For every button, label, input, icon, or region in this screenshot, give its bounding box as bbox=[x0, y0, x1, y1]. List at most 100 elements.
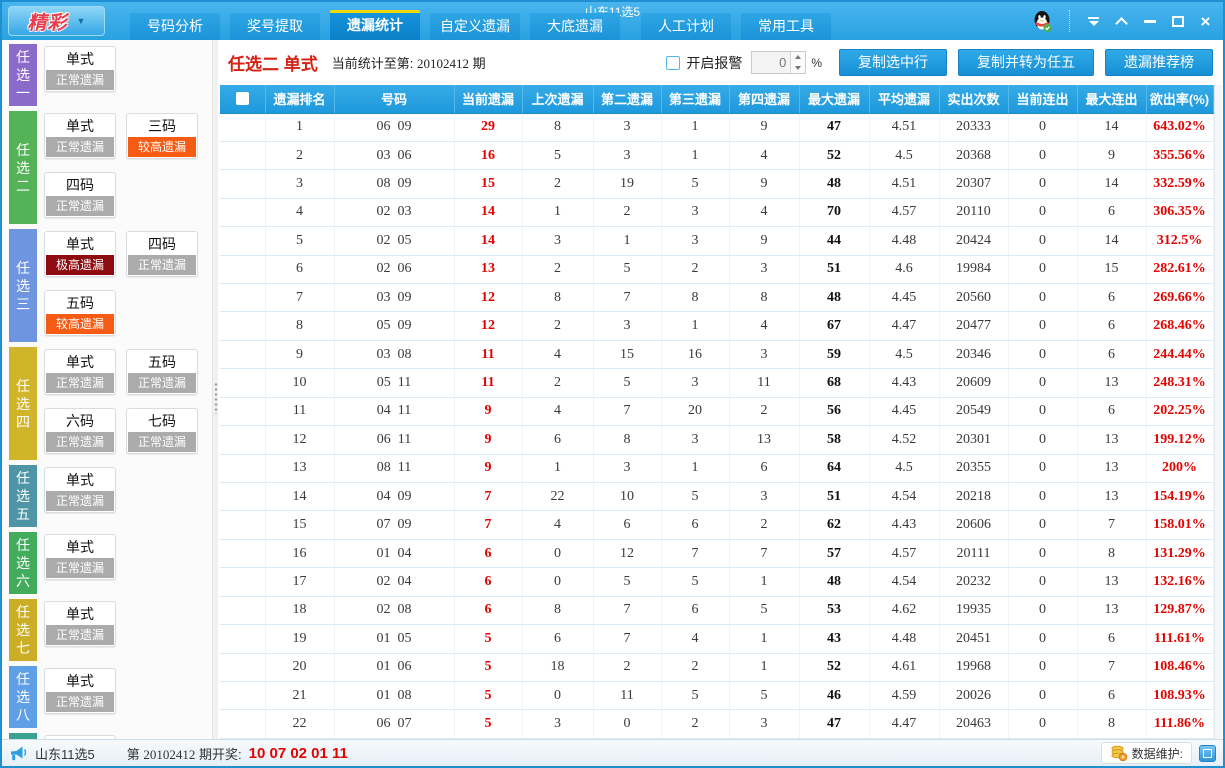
table-row[interactable]: 1404 097221053514.5420218013154.19% bbox=[220, 482, 1213, 510]
copy-convert-ren5-button[interactable]: 复制并转为任五 bbox=[958, 49, 1094, 76]
app-tray-icon[interactable] bbox=[1199, 745, 1216, 762]
data-maintenance-button[interactable]: 数据维护: bbox=[1101, 742, 1192, 764]
app-logo-menu[interactable]: 精彩 ▼ bbox=[8, 6, 105, 36]
table-row[interactable]: 1802 0868765534.6219935013129.87% bbox=[220, 596, 1213, 624]
alarm-threshold-value[interactable]: 0 bbox=[752, 52, 790, 73]
sidebar-mode-button[interactable]: 五码较高遗漏 bbox=[44, 290, 116, 336]
column-header-12[interactable]: 最大连出 bbox=[1077, 85, 1146, 113]
tab-2[interactable]: 奖号提取 bbox=[230, 13, 320, 40]
column-header-9[interactable]: 平均遗漏 bbox=[869, 85, 939, 113]
table-row[interactable]: 903 0811415163594.52034606244.44% bbox=[220, 340, 1213, 368]
sidebar-mode-button[interactable]: 三码较高遗漏 bbox=[126, 113, 198, 159]
tab-4[interactable]: 自定义遗漏 bbox=[430, 13, 520, 40]
column-header-7[interactable]: 第四遗漏 bbox=[729, 85, 799, 113]
row-select-cell[interactable] bbox=[220, 369, 265, 397]
table-row[interactable]: 308 091521959484.5120307014332.59% bbox=[220, 170, 1213, 198]
vertical-scrollbar[interactable] bbox=[1214, 85, 1222, 739]
collapse-button[interactable] bbox=[1114, 11, 1129, 31]
row-select-cell[interactable] bbox=[220, 255, 265, 283]
qq-icon[interactable] bbox=[1032, 10, 1053, 33]
table-row[interactable]: 703 09128788484.452056006269.66% bbox=[220, 284, 1213, 312]
table-row[interactable]: 1507 0974662624.432060607158.01% bbox=[220, 511, 1213, 539]
tab-6[interactable]: 人工计划 bbox=[641, 13, 731, 40]
table-row[interactable]: 106 09298319474.5120333014643.02% bbox=[220, 113, 1213, 141]
sidebar-mode-button[interactable]: 单式 bbox=[44, 735, 116, 739]
tab-5[interactable]: 大底遗漏 bbox=[530, 13, 620, 40]
table-row[interactable]: 2001 06518221524.611996807108.46% bbox=[220, 653, 1213, 681]
row-select-cell[interactable] bbox=[220, 397, 265, 425]
copy-selected-rows-button[interactable]: 复制选中行 bbox=[839, 49, 947, 76]
column-header-3[interactable]: 当前遗漏 bbox=[454, 85, 522, 113]
sidebar-mode-button[interactable]: 单式正常遗漏 bbox=[44, 668, 116, 714]
column-header-6[interactable]: 第三遗漏 bbox=[661, 85, 729, 113]
row-select-cell[interactable] bbox=[220, 141, 265, 169]
column-header-1[interactable]: 遗漏排名 bbox=[265, 85, 334, 113]
row-select-cell[interactable] bbox=[220, 312, 265, 340]
sidebar-mode-button[interactable]: 单式正常遗漏 bbox=[44, 46, 116, 92]
row-select-cell[interactable] bbox=[220, 284, 265, 312]
sidebar-mode-button[interactable]: 单式正常遗漏 bbox=[44, 534, 116, 580]
column-header-5[interactable]: 第二遗漏 bbox=[593, 85, 661, 113]
sidebar-mode-button[interactable]: 四码正常遗漏 bbox=[44, 172, 116, 218]
sidebar-mode-button[interactable]: 四码正常遗漏 bbox=[126, 231, 198, 277]
table-row[interactable]: 1308 1191316644.520355013200% bbox=[220, 454, 1213, 482]
row-select-cell[interactable] bbox=[220, 568, 265, 596]
row-select-cell[interactable] bbox=[220, 539, 265, 567]
table-row[interactable]: 1901 0556741434.482045106111.61% bbox=[220, 625, 1213, 653]
row-select-cell[interactable] bbox=[220, 625, 265, 653]
table-row[interactable]: 1206 11968313584.5220301013199.12% bbox=[220, 426, 1213, 454]
stepper-down-icon[interactable] bbox=[791, 63, 805, 74]
column-header-4[interactable]: 上次遗漏 bbox=[522, 85, 593, 113]
select-all-checkbox[interactable] bbox=[236, 92, 249, 105]
table-row[interactable]: 402 03141234704.572011006306.35% bbox=[220, 198, 1213, 226]
tab-1[interactable]: 号码分析 bbox=[130, 13, 220, 40]
column-header-10[interactable]: 实出次数 bbox=[939, 85, 1008, 113]
row-select-cell[interactable] bbox=[220, 113, 265, 141]
maximize-button[interactable] bbox=[1170, 11, 1185, 31]
table-row[interactable]: 1601 04601277574.572011108131.29% bbox=[220, 539, 1213, 567]
alarm-toggle[interactable]: 开启报警 bbox=[666, 53, 742, 73]
row-select-cell[interactable] bbox=[220, 426, 265, 454]
table-row[interactable]: 203 06165314524.52036809355.56% bbox=[220, 141, 1213, 169]
sidebar-mode-button[interactable]: 七码正常遗漏 bbox=[126, 408, 198, 454]
table-row[interactable]: 502 05143139444.4820424014312.5% bbox=[220, 227, 1213, 255]
row-select-cell[interactable] bbox=[220, 454, 265, 482]
alarm-checkbox[interactable] bbox=[666, 56, 680, 70]
column-header-8[interactable]: 最大遗漏 bbox=[799, 85, 869, 113]
row-select-cell[interactable] bbox=[220, 340, 265, 368]
table-row[interactable]: 1104 11947202564.452054906202.25% bbox=[220, 397, 1213, 425]
sidebar-mode-button[interactable]: 单式正常遗漏 bbox=[44, 113, 116, 159]
sidebar-mode-button[interactable]: 单式正常遗漏 bbox=[44, 601, 116, 647]
row-select-cell[interactable] bbox=[220, 653, 265, 681]
sidebar-mode-button[interactable]: 单式极高遗漏 bbox=[44, 231, 116, 277]
table-row[interactable]: 805 09122314674.472047706268.46% bbox=[220, 312, 1213, 340]
table-row[interactable]: 1702 0460551484.5420232013132.16% bbox=[220, 568, 1213, 596]
skin-menu-button[interactable] bbox=[1086, 11, 1101, 31]
row-select-cell[interactable] bbox=[220, 227, 265, 255]
omission-ranking-button[interactable]: 遗漏推荐榜 bbox=[1105, 49, 1213, 76]
sidebar-mode-button[interactable]: 六码正常遗漏 bbox=[44, 408, 116, 454]
stepper-up-icon[interactable] bbox=[791, 52, 805, 63]
sidebar-mode-button[interactable]: 单式正常遗漏 bbox=[44, 349, 116, 395]
column-header-11[interactable]: 当前连出 bbox=[1008, 85, 1077, 113]
table-row[interactable]: 1005 111125311684.4320609013248.31% bbox=[220, 369, 1213, 397]
table-row[interactable]: 602 06132523514.619984015282.61% bbox=[220, 255, 1213, 283]
tab-7[interactable]: 常用工具 bbox=[741, 13, 831, 40]
column-header-13[interactable]: 欲出率(%) bbox=[1146, 85, 1213, 113]
column-header-2[interactable]: 号码 bbox=[334, 85, 454, 113]
row-select-cell[interactable] bbox=[220, 482, 265, 510]
sidebar-mode-button[interactable]: 单式正常遗漏 bbox=[44, 467, 116, 513]
row-select-cell[interactable] bbox=[220, 710, 265, 739]
sidebar-mode-button[interactable]: 五码正常遗漏 bbox=[126, 349, 198, 395]
alarm-threshold-stepper[interactable]: 0 bbox=[751, 51, 806, 74]
close-button[interactable]: × bbox=[1198, 11, 1213, 31]
minimize-button[interactable] bbox=[1142, 11, 1157, 31]
table-row[interactable]: 2206 0753023474.472046308111.86% bbox=[220, 710, 1213, 739]
row-select-cell[interactable] bbox=[220, 170, 265, 198]
table-row[interactable]: 2101 08501155464.592002606108.93% bbox=[220, 681, 1213, 709]
row-select-cell[interactable] bbox=[220, 596, 265, 624]
row-select-cell[interactable] bbox=[220, 681, 265, 709]
row-select-cell[interactable] bbox=[220, 198, 265, 226]
tab-3[interactable]: 遗漏统计 bbox=[330, 10, 420, 40]
sidebar-splitter[interactable] bbox=[212, 40, 218, 739]
